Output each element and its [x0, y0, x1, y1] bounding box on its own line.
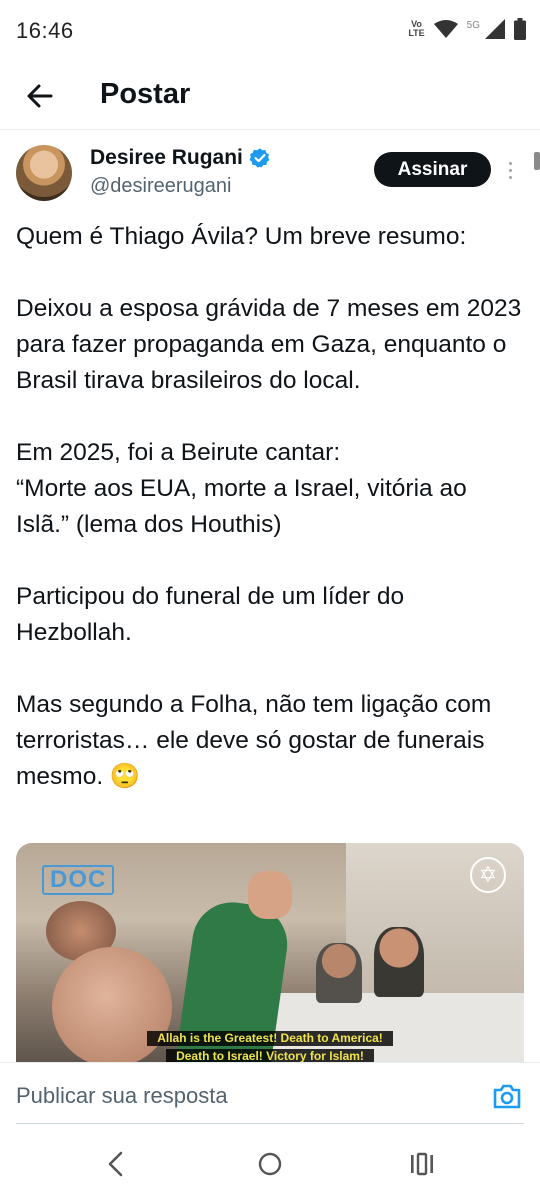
post-text: Quem é Thiago Ávila? Um breve resumo: De…	[16, 219, 526, 795]
network-type: 5G	[466, 20, 480, 31]
post-paragraph-spacer	[16, 543, 526, 579]
author-name-row[interactable]: Desiree Rugani	[90, 146, 271, 170]
post-paragraph: Deixou a esposa grávida de 7 meses em 20…	[16, 295, 522, 394]
camera-icon[interactable]	[492, 1082, 522, 1110]
more-options-button[interactable]	[502, 155, 518, 185]
post-paragraph-spacer	[16, 651, 526, 687]
verified-badge-icon	[249, 148, 270, 168]
status-bar: 16:46 Vo LTE 5G	[0, 0, 540, 64]
post-paragraph: Quem é Thiago Ávila? Um breve resumo:	[16, 223, 467, 250]
arrow-left-icon	[27, 84, 53, 108]
nav-recents-icon	[411, 1152, 433, 1176]
star-watermark-icon: ✡	[470, 857, 506, 893]
subscribe-button[interactable]: Assinar	[374, 152, 491, 187]
author-handle[interactable]: @desireerugani	[90, 175, 232, 198]
more-dot-icon	[508, 175, 512, 179]
wifi-icon	[433, 20, 458, 38]
post-paragraph: Participou do funeral de um líder do Hez…	[16, 583, 405, 646]
post-paragraph: Mas segundo a Folha, não tem ligação com…	[16, 691, 492, 790]
reply-input[interactable]: Publicar sua resposta	[16, 1063, 476, 1129]
nav-back-button[interactable]	[96, 1148, 136, 1180]
back-button[interactable]	[22, 78, 58, 114]
video-scene-person	[374, 927, 424, 997]
status-icons: Vo LTE 5G	[408, 18, 526, 40]
channel-logo: DOC	[42, 865, 115, 895]
video-scene-fist	[248, 871, 292, 919]
post-paragraph-spacer	[16, 399, 526, 435]
signal-icon	[485, 19, 505, 39]
volte-icon: Vo LTE	[408, 19, 425, 38]
reply-bar: Publicar sua resposta	[0, 1062, 540, 1128]
post-paragraph-spacer	[16, 255, 526, 291]
scrollbar[interactable]	[534, 152, 540, 170]
post-author: Desiree Rugani @desireerugani Assinar	[16, 145, 524, 205]
battery-icon	[514, 18, 526, 40]
video-subtitle: Allah is the Greatest! Death to America!…	[16, 1029, 524, 1062]
author-name: Desiree Rugani	[90, 146, 243, 169]
reply-underline	[16, 1123, 524, 1124]
subtitle-line: Allah is the Greatest! Death to America!	[147, 1031, 393, 1046]
more-dot-icon	[508, 168, 512, 172]
page-title: Postar	[100, 78, 191, 110]
post-paragraph: “Morte aos EUA, morte a Israel, vitória …	[16, 475, 467, 538]
nav-back-icon	[108, 1151, 123, 1177]
post-paragraph: Em 2025, foi a Beirute cantar:	[16, 439, 341, 466]
subtitle-line: Death to Israel! Victory for Islam!	[166, 1049, 374, 1062]
video-scene-person	[316, 943, 362, 1003]
nav-recents-button[interactable]	[402, 1148, 442, 1180]
avatar[interactable]	[16, 145, 72, 201]
post-video[interactable]: DOC ✡ Allah is the Greatest! Death to Am…	[16, 843, 524, 1062]
system-nav-bar	[0, 1128, 540, 1199]
more-dot-icon	[508, 161, 512, 165]
app-header: Postar	[0, 64, 540, 130]
nav-home-icon	[258, 1152, 282, 1176]
nav-home-button[interactable]	[250, 1148, 290, 1180]
status-time: 16:46	[16, 18, 74, 43]
